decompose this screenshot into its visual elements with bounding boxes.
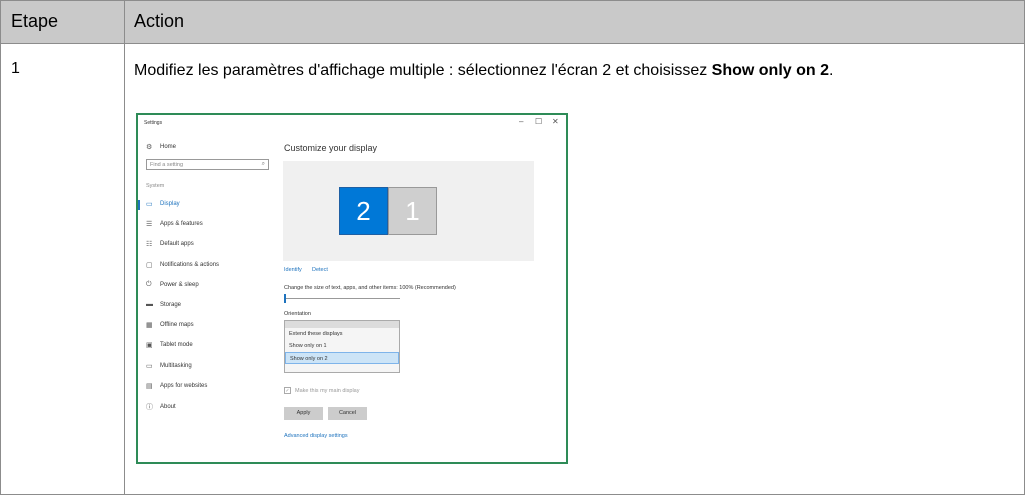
search-icon: ⌕ xyxy=(261,161,265,167)
sidebar-item-label: About xyxy=(160,404,176,410)
search-input[interactable]: Find a setting ⌕ xyxy=(146,159,269,170)
search-placeholder: Find a setting xyxy=(150,162,184,168)
dropdown-current[interactable] xyxy=(285,321,399,328)
sidebar-item-multitasking[interactable]: ▭ Multitasking xyxy=(146,362,192,370)
column-divider xyxy=(124,0,125,495)
apply-button[interactable]: Apply xyxy=(284,407,323,420)
scale-slider[interactable] xyxy=(284,298,400,299)
sidebar-item-default-apps[interactable]: ☷ Default apps xyxy=(146,240,194,248)
table-border-left xyxy=(0,0,1,495)
header-etape: Etape xyxy=(11,11,59,31)
sidebar-item-label: Apps & features xyxy=(160,221,203,228)
window-title: Settings xyxy=(144,120,163,126)
sidebar-item-apps-features[interactable]: ☰ Apps & features xyxy=(146,220,203,228)
monitor-1[interactable]: 1 xyxy=(388,187,437,235)
table-border-top xyxy=(0,0,1025,1)
main-display-label: Make this my main display xyxy=(295,388,360,394)
sidebar-item-tablet-mode[interactable]: ▣ Tablet mode xyxy=(146,341,193,349)
sidebar-item-label: Offline maps xyxy=(160,322,194,329)
sidebar-home[interactable]: ⚙ Home xyxy=(146,143,176,151)
multiple-displays-dropdown[interactable]: Extend these displays Show only on 1 Sho… xyxy=(284,320,400,373)
sidebar-item-label: Tablet mode xyxy=(160,342,193,349)
orientation-label: Orientation xyxy=(284,311,311,317)
step-number: 1 xyxy=(11,60,20,77)
map-icon: ▦ xyxy=(146,322,153,330)
monitor-2[interactable]: 2 xyxy=(339,187,388,235)
instruction-end: . xyxy=(829,62,834,79)
monitor-icon: ▭ xyxy=(146,201,153,208)
dropdown-option-show-only-2[interactable]: Show only on 2 xyxy=(285,352,399,364)
sidebar-item-label: Power & sleep xyxy=(160,281,199,288)
multitask-icon: ▭ xyxy=(146,362,153,370)
step-instruction: Modifiez les paramètres d'affichage mult… xyxy=(134,60,1004,82)
sidebar-item-power-sleep[interactable]: ⏻ Power & sleep xyxy=(146,281,199,289)
notification-icon: ▢ xyxy=(146,261,153,269)
sidebar-section-label: System xyxy=(146,183,165,189)
advanced-display-settings-link[interactable]: Advanced display settings xyxy=(284,433,348,439)
storage-icon: ▬ xyxy=(146,301,153,308)
instruction-emphasis: Show only on 2 xyxy=(711,62,829,79)
sidebar-home-label: Home xyxy=(160,144,177,150)
header-divider xyxy=(0,43,1025,44)
sidebar-item-offline-maps[interactable]: ▦ Offline maps xyxy=(146,321,194,329)
list-icon: ☰ xyxy=(146,221,153,229)
sidebar-item-storage[interactable]: ▬ Storage xyxy=(146,301,181,308)
tablet-icon: ▣ xyxy=(146,342,153,350)
sidebar-item-label: Notifications & actions xyxy=(160,261,220,268)
sidebar-item-label: Multitasking xyxy=(160,362,192,369)
sidebar-item-label: Display xyxy=(160,201,180,207)
default-apps-icon: ☷ xyxy=(146,241,153,249)
detect-link[interactable]: Detect xyxy=(312,267,328,273)
sidebar-item-label: Apps for websites xyxy=(160,382,208,389)
instruction-text: Modifiez les paramètres d'affichage mult… xyxy=(134,62,712,79)
identify-link[interactable]: Identify xyxy=(284,267,302,273)
sidebar-item-notifications-actions[interactable]: ▢ Notifications & actions xyxy=(146,261,219,269)
settings-screenshot: Settings – ☐ ✕ ⚙ Home Find a setting ⌕ S… xyxy=(136,113,568,464)
dropdown-option-show-only-1[interactable]: Show only on 1 xyxy=(285,340,399,352)
sidebar-item-display[interactable]: ▭ Display xyxy=(146,200,180,208)
dropdown-option-extend[interactable]: Extend these displays xyxy=(285,328,399,340)
maximize-icon[interactable]: ☐ xyxy=(535,117,542,126)
header-action: Action xyxy=(134,11,185,31)
cancel-button[interactable]: Cancel xyxy=(328,407,367,420)
sidebar-item-apps-for-websites[interactable]: ▤ Apps for websites xyxy=(146,382,207,390)
page-title: Customize your display xyxy=(284,143,378,153)
close-icon[interactable]: ✕ xyxy=(552,117,559,126)
sidebar-item-label: Storage xyxy=(160,301,182,308)
info-icon: ⓘ xyxy=(146,404,153,411)
main-display-checkbox[interactable]: ✓ xyxy=(284,387,291,394)
active-indicator xyxy=(138,200,140,210)
scale-slider-thumb[interactable] xyxy=(284,294,286,303)
gear-icon: ⚙ xyxy=(146,144,153,151)
web-apps-icon: ▤ xyxy=(146,382,153,390)
scale-label: Change the size of text, apps, and other… xyxy=(284,285,456,291)
sidebar-item-about[interactable]: ⓘ About xyxy=(146,402,176,412)
minimize-icon[interactable]: – xyxy=(519,117,523,126)
sidebar-item-label: Default apps xyxy=(160,241,194,248)
power-icon: ⏻ xyxy=(146,280,152,288)
